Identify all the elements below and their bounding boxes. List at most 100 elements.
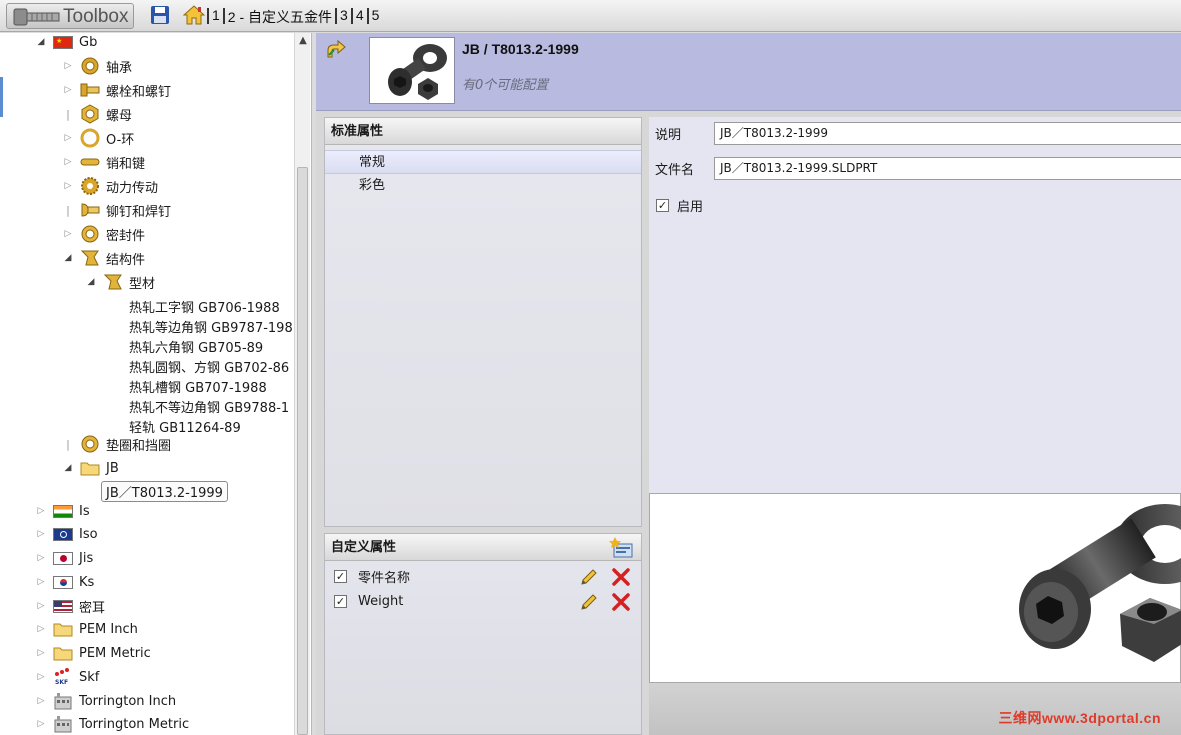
home-icon[interactable] bbox=[182, 3, 206, 27]
tree-item-label: Skf bbox=[79, 669, 100, 685]
expand-arrow-icon[interactable]: ▷ bbox=[63, 229, 73, 239]
breadcrumb-2[interactable]: 2 - 自定义五金件 bbox=[225, 7, 335, 27]
filename-label: 文件名 bbox=[655, 163, 695, 178]
factory-icon bbox=[54, 716, 72, 733]
back-arrow-icon[interactable] bbox=[325, 39, 347, 61]
general-properties-form: 说明 JB／T8013.2-1999 文件名 JB／T8013.2-1999.S… bbox=[649, 117, 1181, 493]
edit-pencil-icon[interactable] bbox=[579, 592, 599, 612]
tree-item-label: JB／T8013.2-1999 bbox=[101, 480, 228, 502]
tree-item-label: 结构件 bbox=[106, 252, 146, 268]
tree-leaf[interactable]: 热轧不等边角钢 GB9788-1 bbox=[129, 395, 289, 417]
tree-item-bearing[interactable]: ▷ 轴承 bbox=[63, 55, 132, 77]
expand-arrow-icon[interactable]: ▷ bbox=[36, 624, 46, 634]
collapse-arrow-icon[interactable]: ◢ bbox=[36, 37, 46, 47]
expand-arrow-icon[interactable]: ▷ bbox=[63, 181, 73, 191]
tree-item-seals[interactable]: ▷ 密封件 bbox=[63, 223, 145, 245]
scrollbar-thumb[interactable] bbox=[297, 167, 308, 735]
tree-leaf[interactable]: 热轧工字钢 GB706-1988 bbox=[129, 295, 280, 317]
svg-text:SKF: SKF bbox=[55, 679, 68, 686]
tree-item-skf[interactable]: ▷ SKF Skf bbox=[36, 666, 99, 688]
gear-icon bbox=[81, 177, 99, 195]
tree-item-iso[interactable]: ▷ Iso bbox=[36, 523, 98, 545]
tree-item-o-ring[interactable]: ▷ O-环 bbox=[63, 127, 134, 149]
part-thumbnail bbox=[369, 37, 455, 104]
tree-item-nuts[interactable]: | 螺母 bbox=[63, 103, 132, 125]
expand-arrow-icon[interactable]: ▷ bbox=[63, 61, 73, 71]
expand-arrow-icon[interactable]: ▷ bbox=[36, 529, 46, 539]
scroll-up-arrow-icon[interactable]: ▲ bbox=[296, 35, 310, 49]
delete-x-icon[interactable] bbox=[611, 592, 631, 612]
bolt-icon bbox=[80, 83, 100, 97]
tree-item-torrington-metric[interactable]: ▷ Torrington Metric bbox=[36, 713, 189, 735]
collapse-arrow-icon[interactable]: ◢ bbox=[63, 463, 73, 473]
part-title: JB / T8013.2-1999 bbox=[462, 41, 579, 57]
tree-line-icon: | bbox=[66, 203, 70, 217]
tree-leaf[interactable]: 热轧等边角钢 GB9787-198 bbox=[129, 315, 293, 337]
collapse-arrow-icon[interactable]: ◢ bbox=[86, 277, 96, 287]
expand-arrow-icon[interactable]: ▷ bbox=[36, 553, 46, 563]
custom-prop-row: ✓ 零件名称 bbox=[325, 564, 641, 589]
bolt-logo-icon bbox=[13, 8, 60, 26]
tree-leaf-selected[interactable]: JB／T8013.2-1999 bbox=[101, 480, 228, 502]
edit-pencil-icon[interactable] bbox=[579, 567, 599, 587]
save-icon[interactable] bbox=[149, 4, 171, 26]
delete-x-icon[interactable] bbox=[611, 567, 631, 587]
tree-item-label: O-环 bbox=[106, 132, 135, 148]
tree-leaf[interactable]: 热轧槽钢 GB707-1988 bbox=[129, 375, 267, 397]
toolbox-tree: ◢ ★ Gb ▷ 轴承 ▷ 螺栓和螺钉 | 螺母 ▷ O-环 ▷ 销和键 ▷ 动… bbox=[0, 33, 312, 735]
part-properties-area: JB / T8013.2-1999 有0个可能配置 标准属性 常规 彩色 自定义… bbox=[316, 33, 1181, 735]
tree-item-label: 密耳 bbox=[79, 600, 106, 616]
expand-arrow-icon[interactable]: ▷ bbox=[36, 696, 46, 706]
tree-item-label: 热轧槽钢 GB707-1988 bbox=[129, 380, 267, 396]
breadcrumb-1[interactable]: 1 bbox=[209, 7, 223, 27]
skf-icon: SKF bbox=[54, 668, 72, 686]
tree-item-jb[interactable]: ◢ JB bbox=[63, 457, 119, 479]
add-property-icon[interactable] bbox=[609, 535, 635, 559]
expand-arrow-icon[interactable]: ▷ bbox=[36, 648, 46, 658]
tree-item-ks[interactable]: ▷ Ks bbox=[36, 571, 95, 593]
tree-item-washers[interactable]: | 垫圈和挡圈 bbox=[63, 433, 171, 455]
expand-arrow-icon[interactable]: ▷ bbox=[63, 133, 73, 143]
expand-arrow-icon[interactable]: ▷ bbox=[63, 85, 73, 95]
toolbox-brand[interactable]: Toolbox bbox=[6, 3, 134, 29]
tree-item-gb[interactable]: ◢ ★ Gb bbox=[36, 33, 98, 53]
std-item-general[interactable]: 常规 bbox=[325, 150, 641, 174]
tree-item-torrington-inch[interactable]: ▷ Torrington Inch bbox=[36, 690, 176, 712]
breadcrumb-5[interactable]: 5 bbox=[369, 7, 383, 27]
custom-prop-checkbox[interactable]: ✓ bbox=[334, 570, 347, 583]
tree-item-label: 热轧工字钢 GB706-1988 bbox=[129, 300, 280, 316]
custom-properties-panel: 自定义属性 ✓ 零件名称 ✓ Weight bbox=[324, 533, 642, 735]
breadcrumb-3[interactable]: 3 bbox=[337, 7, 351, 27]
enable-checkbox[interactable]: ✓ bbox=[656, 199, 669, 212]
expand-arrow-icon[interactable]: ▷ bbox=[63, 157, 73, 167]
tree-item-bolts[interactable]: ▷ 螺栓和螺钉 bbox=[63, 79, 171, 101]
tree-item-jis[interactable]: ▷ Jis bbox=[36, 547, 94, 569]
tree-item-is[interactable]: ▷ Is bbox=[36, 500, 90, 522]
expand-arrow-icon[interactable]: ▷ bbox=[36, 719, 46, 729]
tree-item-pem-metric[interactable]: ▷ PEM Metric bbox=[36, 642, 151, 664]
tree-scrollbar[interactable]: ▲ bbox=[294, 33, 310, 735]
tree-item-pins[interactable]: ▷ 销和键 bbox=[63, 151, 145, 173]
part-preview bbox=[649, 493, 1181, 683]
description-field[interactable]: JB／T8013.2-1999 bbox=[714, 122, 1181, 145]
tree-leaf[interactable]: 热轧圆钢、方钢 GB702-86 bbox=[129, 355, 289, 377]
expand-arrow-icon[interactable]: ▷ bbox=[36, 601, 46, 611]
tree-item-mil[interactable]: ▷ 密耳 bbox=[36, 595, 105, 617]
bolt-nut-image bbox=[388, 44, 447, 100]
expand-arrow-icon[interactable]: ▷ bbox=[36, 672, 46, 682]
expand-arrow-icon[interactable]: ▷ bbox=[36, 506, 46, 516]
tree-item-label: 螺栓和螺钉 bbox=[106, 84, 172, 100]
tree-item-power-transmission[interactable]: ▷ 动力传动 bbox=[63, 175, 158, 197]
breadcrumb-4[interactable]: 4 bbox=[353, 7, 367, 27]
description-label: 说明 bbox=[655, 128, 682, 143]
expand-arrow-icon[interactable]: ▷ bbox=[36, 577, 46, 587]
tree-item-rivets[interactable]: | 铆钉和焊钉 bbox=[63, 199, 171, 221]
collapse-arrow-icon[interactable]: ◢ bbox=[63, 253, 73, 263]
tree-item-structural[interactable]: ◢ 结构件 bbox=[63, 247, 145, 269]
custom-prop-checkbox[interactable]: ✓ bbox=[334, 595, 347, 608]
filename-field[interactable]: JB／T8013.2-1999.SLDPRT bbox=[714, 157, 1181, 180]
tree-item-profiles[interactable]: ◢ 型材 bbox=[86, 271, 155, 293]
tree-leaf[interactable]: 热轧六角钢 GB705-89 bbox=[129, 335, 263, 357]
std-item-color[interactable]: 彩色 bbox=[325, 174, 641, 198]
tree-item-pem-inch[interactable]: ▷ PEM Inch bbox=[36, 618, 138, 640]
